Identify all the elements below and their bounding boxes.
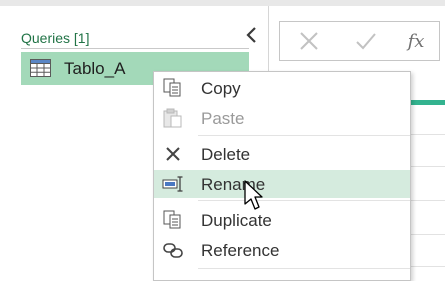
grid-row-line — [408, 166, 445, 167]
collapse-pane-button[interactable] — [244, 25, 260, 45]
menu-item-duplicate[interactable]: Duplicate — [154, 206, 410, 234]
paste-icon — [163, 108, 182, 128]
menu-item-label: Reference — [201, 241, 280, 260]
rename-icon — [162, 176, 183, 192]
menu-item-label: Delete — [201, 145, 251, 164]
grid-row-line — [408, 134, 445, 135]
menu-item-paste[interactable]: Paste — [154, 104, 410, 132]
chevron-left-icon — [246, 27, 256, 43]
duplicate-icon — [163, 210, 181, 229]
checkmark-icon — [356, 33, 376, 50]
menu-item-rename[interactable]: Rename — [154, 170, 410, 198]
reference-icon — [163, 243, 183, 258]
grid-row-line — [408, 234, 445, 235]
column-header-accent — [408, 100, 445, 105]
table-icon — [30, 59, 51, 77]
menu-item-label: Duplicate — [201, 211, 272, 230]
formula-bar: fx — [279, 21, 440, 61]
mouse-pointer-icon — [244, 180, 263, 210]
fx-label: fx — [407, 30, 425, 52]
copy-icon — [163, 78, 181, 97]
menu-item-copy[interactable]: Copy — [154, 74, 410, 102]
delete-icon — [166, 147, 180, 161]
queries-header: Queries [1] — [21, 30, 90, 46]
menu-separator — [198, 135, 410, 136]
menu-separator — [198, 268, 410, 269]
menu-item-label: Paste — [201, 109, 245, 128]
insert-function-button[interactable]: fx — [398, 22, 434, 60]
menu-item-reference[interactable]: Reference — [154, 236, 410, 264]
queries-header-rule — [21, 48, 249, 49]
grid-row-line — [408, 266, 445, 267]
context-menu: Copy Paste Delete Rename Duplicate Refer… — [153, 71, 411, 281]
menu-item-label: Copy — [201, 79, 241, 98]
menu-separator — [198, 200, 410, 201]
commit-formula-button[interactable] — [348, 22, 384, 60]
grid-row-line — [408, 200, 445, 201]
query-item-label: Tablo_A — [64, 59, 126, 78]
cancel-formula-button[interactable] — [291, 22, 327, 60]
x-icon — [300, 32, 318, 50]
menu-item-delete[interactable]: Delete — [154, 140, 410, 168]
